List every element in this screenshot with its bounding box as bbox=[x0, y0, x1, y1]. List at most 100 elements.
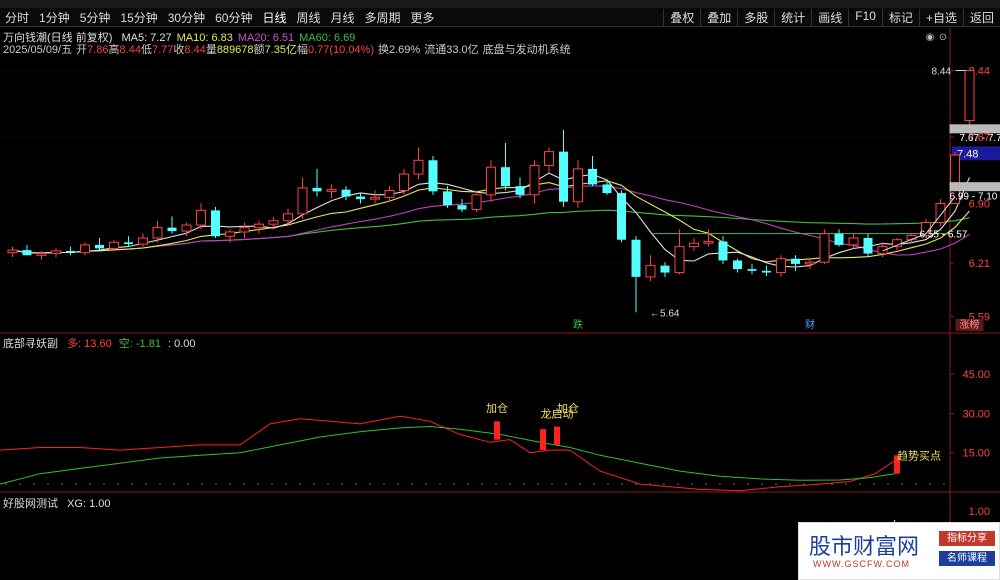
zero-dot bbox=[579, 483, 580, 484]
indicator3-name[interactable]: 好股网测试 bbox=[3, 498, 58, 510]
zero-dot bbox=[943, 483, 944, 484]
candle-body[interactable] bbox=[23, 250, 32, 255]
candle-body[interactable] bbox=[139, 238, 148, 244]
candle-body[interactable] bbox=[414, 160, 423, 174]
zero-dot bbox=[467, 483, 468, 484]
candle-body[interactable] bbox=[197, 210, 206, 225]
zero-dot bbox=[495, 483, 496, 484]
signal-bar bbox=[494, 421, 500, 439]
quote-info-item: 889678 bbox=[217, 44, 254, 56]
candle-body[interactable] bbox=[240, 228, 249, 232]
candle-body[interactable] bbox=[66, 251, 75, 253]
candle-body[interactable] bbox=[675, 247, 684, 273]
watermark-url: WWW.GSCFW.COM bbox=[813, 559, 910, 569]
candle-body[interactable] bbox=[559, 152, 568, 202]
candle-body[interactable] bbox=[806, 262, 815, 264]
candle-body[interactable] bbox=[530, 165, 539, 194]
candle-body[interactable] bbox=[487, 167, 496, 195]
signal-bar bbox=[554, 427, 560, 445]
zero-dot bbox=[481, 483, 482, 484]
candle-body[interactable] bbox=[733, 260, 742, 269]
candle-body[interactable] bbox=[371, 197, 380, 199]
panel3-title-row: 好股网测试 XG: 1.00 bbox=[3, 495, 110, 511]
candle-body[interactable] bbox=[52, 251, 61, 254]
zero-dot bbox=[369, 483, 370, 484]
candle-body[interactable] bbox=[777, 259, 786, 273]
last-price-tag-label: 7.48 bbox=[957, 148, 978, 160]
candle-body[interactable] bbox=[704, 241, 713, 243]
zero-dot bbox=[523, 483, 524, 484]
zero-dot bbox=[131, 483, 132, 484]
quote-info-item: 量 bbox=[206, 44, 217, 56]
zero-dot bbox=[593, 483, 594, 484]
candle-body[interactable] bbox=[762, 271, 771, 273]
candle-body[interactable] bbox=[501, 167, 510, 186]
zero-dot bbox=[915, 483, 916, 484]
candle-body[interactable] bbox=[8, 250, 17, 253]
candle-body[interactable] bbox=[211, 210, 220, 236]
zero-dot bbox=[89, 483, 90, 484]
zero-dot bbox=[327, 483, 328, 484]
candle-body[interactable] bbox=[443, 191, 452, 205]
signal-bar bbox=[540, 429, 546, 450]
zero-dot bbox=[887, 483, 888, 484]
quote-info-row: 2025/05/09/五开7.86高8.44低7.77收8.44量889678额… bbox=[3, 41, 571, 57]
candle-body[interactable] bbox=[313, 188, 322, 191]
candle-body[interactable] bbox=[327, 190, 336, 192]
candle-body[interactable] bbox=[849, 238, 858, 245]
candle-body[interactable] bbox=[965, 70, 974, 120]
watermark-main: 股市财富网 bbox=[809, 529, 919, 561]
zero-dot bbox=[383, 483, 384, 484]
kong-line bbox=[0, 427, 895, 485]
quote-info-item: 8.44 bbox=[120, 44, 141, 56]
candle-body[interactable] bbox=[342, 190, 351, 197]
candle-body[interactable] bbox=[574, 169, 583, 202]
stock-chart[interactable]: 8.447.676.906.215.597.487.67 - 7.776.99 … bbox=[0, 0, 1000, 579]
candle-body[interactable] bbox=[719, 241, 728, 260]
zero-dot bbox=[607, 483, 608, 484]
candle-body[interactable] bbox=[182, 225, 191, 231]
candle-body[interactable] bbox=[81, 245, 90, 253]
candle-body[interactable] bbox=[385, 191, 394, 198]
candle-body[interactable] bbox=[269, 221, 278, 224]
candle-body[interactable] bbox=[603, 184, 612, 193]
candle-body[interactable] bbox=[516, 186, 525, 195]
zero-dot bbox=[173, 483, 174, 484]
candle-body[interactable] bbox=[588, 169, 597, 185]
zero-dot bbox=[75, 483, 76, 484]
candle-body[interactable] bbox=[632, 240, 641, 277]
candle-body[interactable] bbox=[820, 234, 829, 263]
candle-body[interactable] bbox=[690, 243, 699, 246]
candle-body[interactable] bbox=[646, 266, 655, 277]
candle-body[interactable] bbox=[545, 152, 554, 166]
candle-body[interactable] bbox=[255, 224, 264, 227]
candle-body[interactable] bbox=[37, 254, 46, 256]
zero-dot bbox=[845, 483, 846, 484]
candle-body[interactable] bbox=[110, 242, 119, 248]
candle-body[interactable] bbox=[168, 228, 177, 231]
zero-dot bbox=[859, 483, 860, 484]
candle-body[interactable] bbox=[791, 259, 800, 264]
high-price-label: 8.44 bbox=[932, 66, 952, 77]
candle-body[interactable] bbox=[95, 245, 104, 248]
candle-body[interactable] bbox=[226, 232, 235, 236]
candle-body[interactable] bbox=[356, 197, 365, 200]
candle-body[interactable] bbox=[661, 266, 670, 273]
candle-body[interactable] bbox=[617, 193, 626, 240]
candle-body[interactable] bbox=[429, 160, 438, 191]
candle-body[interactable] bbox=[748, 269, 757, 271]
candle-body[interactable] bbox=[864, 238, 873, 254]
candle-body[interactable] bbox=[153, 228, 162, 238]
candle-body[interactable] bbox=[458, 205, 467, 209]
candle-body[interactable] bbox=[298, 188, 307, 214]
indicator-name[interactable]: 底部寻妖副 bbox=[3, 338, 58, 350]
zone-label-3: 6.55 - 6.57 bbox=[920, 230, 968, 241]
candle-body[interactable] bbox=[124, 242, 133, 244]
candle-body[interactable] bbox=[400, 174, 409, 190]
candle-body[interactable] bbox=[472, 195, 481, 210]
event-marker-zhang: 涨榜 bbox=[960, 318, 980, 331]
settings-icon: ◉ bbox=[926, 32, 935, 43]
candle-body[interactable] bbox=[835, 234, 844, 245]
zero-dot bbox=[565, 483, 566, 484]
candle-body[interactable] bbox=[284, 214, 293, 221]
